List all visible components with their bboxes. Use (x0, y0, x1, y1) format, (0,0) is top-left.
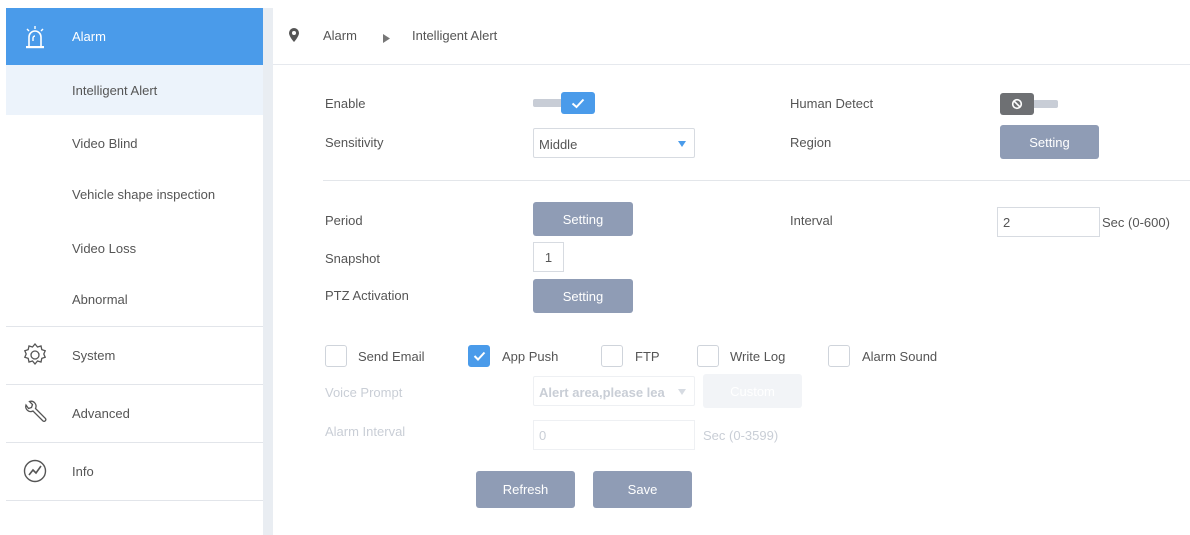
sidebar-border (263, 8, 273, 535)
save-button[interactable]: Save (593, 471, 692, 508)
region-setting-button[interactable]: Setting (1000, 125, 1099, 159)
breadcrumb-alarm[interactable]: Alarm (323, 28, 357, 43)
ptz-activation-label: PTZ Activation (325, 288, 409, 303)
custom-button[interactable]: Custom (703, 374, 802, 408)
sensitivity-label: Sensitivity (325, 135, 384, 150)
sidebar-item-advanced[interactable]: Advanced (6, 385, 263, 441)
sidebar-item-system[interactable]: System (6, 327, 263, 383)
sidebar-item-label: Abnormal (72, 291, 128, 307)
sidebar-item-system-label: System (72, 347, 116, 363)
alarm-interval-input[interactable] (533, 420, 695, 450)
sidebar-item-intelligent-alert[interactable]: Intelligent Alert (6, 65, 263, 115)
voice-prompt-value: Alert area,please lea (539, 385, 665, 400)
sensitivity-select[interactable]: Middle (533, 128, 695, 158)
sidebar-item-video-loss[interactable]: Video Loss (6, 223, 263, 273)
region-label: Region (790, 135, 832, 150)
app-push-checkbox[interactable] (468, 345, 490, 367)
check-icon (561, 92, 595, 114)
sidebar-item-label: Video Blind (72, 135, 138, 151)
ftp-label: FTP (635, 349, 660, 364)
enable-toggle[interactable] (533, 91, 595, 115)
write-log-label: Write Log (730, 349, 786, 364)
sidebar-item-vehicle-shape-inspection[interactable]: Vehicle shape inspection (6, 169, 263, 219)
breadcrumb-intelligent-alert: Intelligent Alert (412, 28, 498, 43)
interval-label: Interval (790, 213, 833, 228)
interval-input[interactable] (997, 207, 1100, 237)
alarm-interval-unit: Sec (0-3599) (703, 428, 779, 443)
sidebar-divider (6, 500, 263, 501)
ftp-checkbox[interactable] (601, 345, 623, 367)
sidebar-item-info-label: Info (72, 463, 94, 479)
enable-label: Enable (325, 96, 366, 111)
disabled-icon (1000, 93, 1034, 115)
voice-prompt-select[interactable]: Alert area,please lea (533, 376, 695, 406)
alarm-sound-label: Alarm Sound (862, 349, 938, 364)
wrench-icon (20, 398, 50, 428)
sidebar-item-advanced-label: Advanced (72, 405, 130, 421)
info-chart-icon (20, 456, 50, 486)
sidebar: Alarm Intelligent Alert Video Blind Vehi… (6, 8, 263, 535)
app-push-label: App Push (502, 349, 559, 364)
alarm-sound-checkbox[interactable] (828, 345, 850, 367)
sidebar-item-label: Intelligent Alert (72, 82, 158, 98)
sidebar-item-label: Vehicle shape inspection (72, 186, 216, 202)
human-detect-toggle[interactable] (1000, 92, 1062, 116)
sidebar-item-info[interactable]: Info (6, 443, 263, 499)
location-pin-icon (288, 27, 300, 46)
snapshot-label: Snapshot (325, 251, 380, 266)
sidebar-item-abnormal[interactable]: Abnormal (6, 274, 263, 324)
sidebar-item-alarm[interactable]: Alarm (6, 8, 263, 65)
refresh-button[interactable]: Refresh (476, 471, 575, 508)
gear-icon (20, 340, 50, 370)
chevron-down-icon (678, 141, 686, 147)
send-email-checkbox[interactable] (325, 345, 347, 367)
section-divider (323, 180, 1190, 181)
sidebar-item-video-blind[interactable]: Video Blind (6, 118, 263, 168)
breadcrumb-arrow-icon (383, 31, 390, 46)
interval-unit: Sec (0-600) (1102, 215, 1170, 230)
write-log-checkbox[interactable] (697, 345, 719, 367)
send-email-label: Send Email (358, 349, 425, 364)
snapshot-input[interactable] (533, 242, 564, 272)
alarm-interval-label: Alarm Interval (325, 424, 406, 439)
voice-prompt-label: Voice Prompt (325, 385, 403, 400)
alarm-icon (20, 22, 50, 52)
sidebar-item-label: Video Loss (72, 240, 137, 256)
ptz-setting-button[interactable]: Setting (533, 279, 633, 313)
period-label: Period (325, 213, 363, 228)
human-detect-label: Human Detect (790, 96, 874, 111)
main-content: Alarm Intelligent Alert Enable Human Det… (273, 8, 1190, 535)
period-setting-button[interactable]: Setting (533, 202, 633, 236)
check-icon (473, 351, 485, 361)
chevron-down-icon (678, 389, 686, 395)
sidebar-item-alarm-label: Alarm (72, 29, 106, 44)
sensitivity-value: Middle (539, 137, 578, 152)
breadcrumb: Alarm Intelligent Alert (273, 8, 1190, 65)
